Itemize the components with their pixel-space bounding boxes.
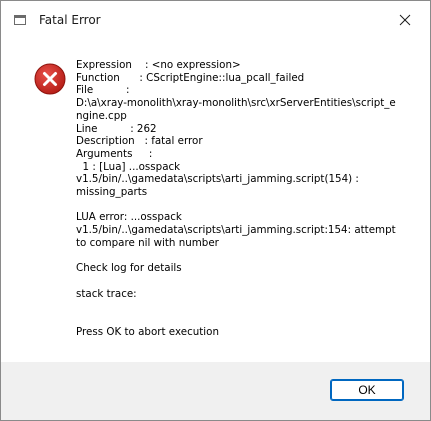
message-line: Expression : <no expression> (76, 59, 241, 71)
message-line: stack trace: (76, 287, 137, 300)
message-line: D:\a\xray-monolith\xray-monolith\src\xrS… (76, 97, 396, 110)
error-message: Expression : <no expression> Function : C… (76, 59, 416, 338)
close-icon (399, 14, 411, 26)
message-line: Check log for details (76, 262, 182, 275)
message-line: ngine.cpp (76, 109, 127, 122)
message-line: 1 : [Lua] ...osspack (76, 160, 181, 173)
message-area: Expression : <no expression> Function : C… (1, 39, 430, 361)
message-line (76, 313, 416, 326)
ok-button[interactable]: OK (330, 379, 404, 401)
message-line: to compare nil with number (76, 236, 219, 249)
message-line: missing_parts (76, 186, 148, 199)
window-title: Fatal Error (39, 13, 101, 27)
error-icon (34, 63, 66, 95)
message-line: Line : 262 (76, 122, 157, 135)
message-line: Press OK to abort execution (76, 325, 219, 338)
close-button[interactable] (390, 5, 420, 35)
title-bar[interactable]: Fatal Error (1, 1, 430, 39)
message-line: v1.5/bin/..\gamedata\scripts\arti_jammin… (76, 173, 359, 186)
message-line: LUA error: ...osspack (76, 211, 182, 224)
fatal-error-dialog: Fatal Error Expression : <no expression>… (0, 0, 431, 421)
message-line: Arguments : (76, 147, 153, 160)
message-line (76, 199, 416, 212)
window-app-icon (14, 15, 26, 25)
message-line: Description : fatal error (76, 135, 203, 148)
message-line: File : (76, 84, 130, 97)
message-line: v1.5/bin/..\gamedata\scripts\arti_jammin… (76, 224, 396, 237)
message-line (76, 275, 416, 288)
message-line (76, 300, 416, 313)
message-line (76, 250, 416, 263)
message-line: Function : CScriptEngine::lua_pcall_fail… (76, 71, 305, 84)
button-bar: OK (1, 362, 430, 420)
